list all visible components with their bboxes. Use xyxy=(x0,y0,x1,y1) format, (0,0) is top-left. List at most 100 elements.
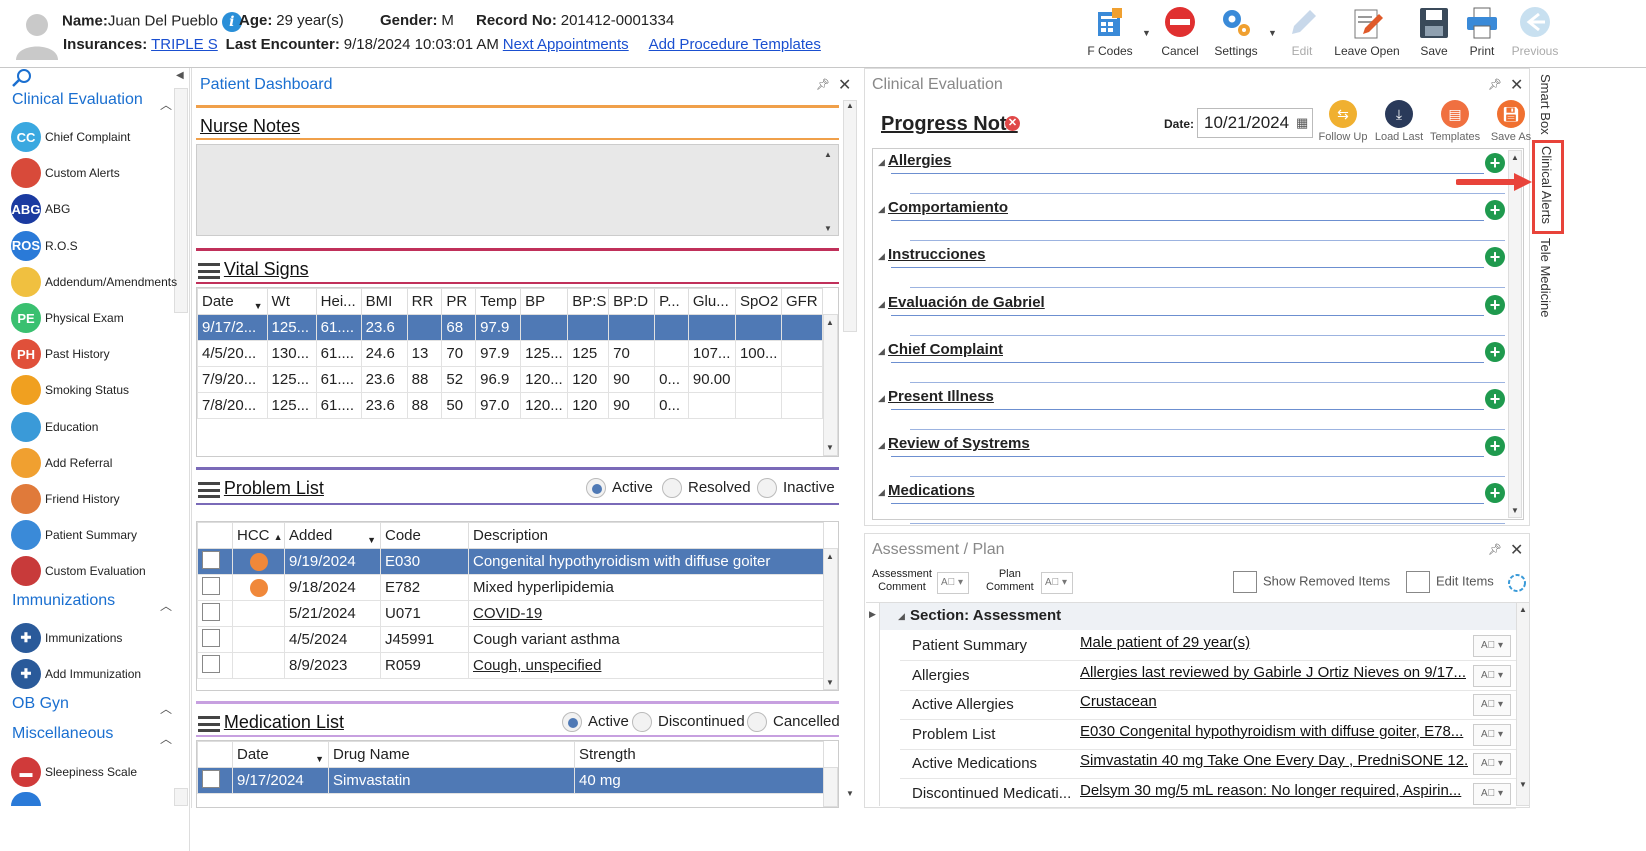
nav-item-education[interactable]: Education xyxy=(11,411,98,443)
section-allergies[interactable]: Allergies xyxy=(888,152,951,169)
row-checkbox-cell[interactable] xyxy=(197,767,233,794)
collapse-triangle-icon[interactable]: ◢ xyxy=(878,440,885,451)
scroll-down-icon[interactable]: ▼ xyxy=(1511,506,1519,515)
checkbox[interactable] xyxy=(1406,571,1430,593)
pin-icon[interactable]: 📌︎ xyxy=(816,78,830,91)
col-date[interactable]: Date ▼ xyxy=(232,741,329,768)
problem-description[interactable]: Cough, unspecified xyxy=(473,657,601,674)
refresh-icon[interactable] xyxy=(1506,572,1528,594)
nav-item-custom-evaluation[interactable]: Custom Evaluation xyxy=(11,555,146,587)
dashboard-scrollbar[interactable] xyxy=(843,100,857,332)
expand-icon[interactable]: ▶ xyxy=(869,609,876,620)
nav-section-immunizations[interactable]: Immunizations xyxy=(12,592,115,610)
collapse-triangle-icon[interactable]: ◢ xyxy=(898,611,905,622)
vitals-col-header[interactable]: P... xyxy=(654,288,689,315)
comment-dropdown[interactable]: A⃞ ▾ xyxy=(1473,635,1511,657)
scroll-down-icon[interactable]: ▼ xyxy=(1519,780,1527,789)
col-code[interactable]: Code xyxy=(380,522,469,549)
clinical-scrollbar[interactable] xyxy=(1508,150,1522,518)
assessment-row-value[interactable]: Delsym 30 mg/5 mL reason: No longer requ… xyxy=(1080,782,1468,799)
vitals-scrollbar[interactable] xyxy=(823,314,838,456)
collapse-triangle-icon[interactable]: ◢ xyxy=(878,299,885,310)
chevron-up-icon[interactable]: ︿ xyxy=(160,730,172,747)
print-button[interactable]: Print xyxy=(1452,6,1512,62)
problem-filter-resolved[interactable]: Resolved xyxy=(662,478,751,498)
row-checkbox-cell[interactable] xyxy=(197,600,233,627)
nav-item-immunizations[interactable]: ✚ Immunizations xyxy=(11,622,122,654)
collapse-triangle-icon[interactable]: ◢ xyxy=(878,346,885,357)
close-icon[interactable]: ✕ xyxy=(838,75,851,95)
collapse-triangle-icon[interactable]: ◢ xyxy=(878,487,885,498)
settings-button[interactable]: Settings xyxy=(1206,6,1266,62)
medication-filter-active[interactable]: Active xyxy=(562,712,629,732)
section-review-of-systrems[interactable]: Review of Systrems xyxy=(888,435,1030,452)
nav-item-smoking-status[interactable]: Smoking Status xyxy=(11,374,129,406)
vitals-col-header[interactable]: Temp xyxy=(475,288,522,315)
close-icon[interactable]: ✕ xyxy=(1510,75,1523,95)
comment-dropdown[interactable]: A⃞ ▾ xyxy=(1473,664,1511,687)
scroll-down-icon[interactable]: ▼ xyxy=(826,443,834,452)
scroll-down-icon[interactable]: ▼ xyxy=(824,224,832,233)
row-checkbox-cell[interactable] xyxy=(197,652,233,679)
col-strength[interactable]: Strength xyxy=(574,741,824,768)
vitals-col-header[interactable]: SpO2 xyxy=(734,288,782,315)
section-instrucciones[interactable]: Instrucciones xyxy=(888,246,986,263)
problem-filter-active[interactable]: Active xyxy=(586,478,653,498)
scroll-down-icon[interactable]: ▼ xyxy=(846,789,854,798)
assessment-row-value[interactable]: Simvastatin 40 mg Take One Every Day , P… xyxy=(1080,752,1468,769)
save-as-button[interactable]: 💾︎ Save As xyxy=(1486,100,1536,143)
vitals-col-header[interactable]: Date ▼ xyxy=(197,288,268,315)
medication-filter-discontinued[interactable]: Discontinued xyxy=(632,712,745,732)
collapse-triangle-icon[interactable]: ◢ xyxy=(878,204,885,215)
nav-item-physical-exam[interactable]: PE Physical Exam xyxy=(11,302,124,334)
section-present-illness[interactable]: Present Illness xyxy=(888,388,994,405)
menu-icon[interactable] xyxy=(198,263,220,280)
scroll-up-icon[interactable]: ▲ xyxy=(1511,153,1519,162)
chevron-up-icon[interactable]: ︿ xyxy=(160,700,172,717)
vitals-col-header[interactable]: Glu... xyxy=(687,288,736,315)
show-removed-toggle[interactable]: Show Removed Items xyxy=(1233,571,1390,593)
date-field[interactable]: 10/21/2024 ▦ xyxy=(1197,108,1313,138)
row-checkbox[interactable] xyxy=(202,628,220,647)
edit-button[interactable]: Edit xyxy=(1272,6,1332,62)
assessment-scrollbar[interactable] xyxy=(1516,602,1530,806)
chevron-up-icon[interactable]: ︿ xyxy=(160,597,172,614)
nav-item-sleepiness-scale[interactable]: ▬ Sleepiness Scale xyxy=(11,756,137,788)
pin-icon[interactable]: 📌︎ xyxy=(1488,543,1502,556)
remove-note-icon[interactable]: ✕ xyxy=(1005,116,1020,131)
row-checkbox[interactable] xyxy=(202,602,220,621)
close-icon[interactable]: ✕ xyxy=(1510,540,1523,560)
table-row[interactable]: 7/9/20... 125... 61.... 23.6 88 52 96.9 120... 1… xyxy=(197,366,824,393)
assessment-row-value[interactable]: E030 Congenital hypothyroidism with diff… xyxy=(1080,723,1468,740)
section-comportamiento[interactable]: Comportamiento xyxy=(888,199,1008,216)
chevron-up-icon[interactable]: ︿ xyxy=(160,96,172,113)
medication-filter-cancelled[interactable]: Cancelled xyxy=(747,712,840,732)
table-row[interactable]: 9/17/2024 Simvastatin 40 mg xyxy=(197,767,824,794)
col-description[interactable]: Description xyxy=(468,522,824,549)
row-checkbox-cell[interactable] xyxy=(197,574,233,601)
plan-comment-dropdown[interactable]: A⃞ ▾ xyxy=(1041,572,1073,594)
add-procedure-templates-link[interactable]: Add Procedure Templates xyxy=(649,36,821,53)
problem-description[interactable]: COVID-19 xyxy=(473,605,542,622)
assessment-row-value[interactable]: Allergies last reviewed by Gabirle J Ort… xyxy=(1080,664,1468,681)
row-checkbox[interactable] xyxy=(202,654,220,673)
comment-dropdown[interactable]: A⃞ ▾ xyxy=(1473,694,1511,716)
add-icon[interactable]: + xyxy=(1485,389,1505,409)
scroll-up-icon[interactable]: ▲ xyxy=(1519,605,1527,614)
vitals-col-header[interactable]: Hei... xyxy=(315,288,362,315)
collapse-triangle-icon[interactable]: ◢ xyxy=(878,393,885,404)
assessment-row-value[interactable]: Male patient of 29 year(s) xyxy=(1080,634,1468,651)
cancel-button[interactable]: Cancel xyxy=(1150,6,1210,62)
search-icon[interactable] xyxy=(12,68,32,88)
fcodes-button[interactable]: F Codes xyxy=(1080,6,1140,62)
calendar-icon[interactable]: ▦ xyxy=(1296,109,1308,137)
comment-dropdown[interactable]: A⃞ ▾ xyxy=(1473,723,1511,746)
table-row[interactable]: 4/5/20... 130... 61.... 24.6 13 70 97.9 125... 1… xyxy=(197,340,824,367)
nav-item-add-referral[interactable]: Add Referral xyxy=(11,447,112,479)
tab-clinical-alerts[interactable]: Clinical Alerts xyxy=(1539,146,1554,224)
vitals-col-header[interactable]: BMI xyxy=(360,288,408,315)
scroll-up-icon[interactable]: ▲ xyxy=(826,318,834,327)
nav-item-past-history[interactable]: PH Past History xyxy=(11,338,110,370)
collapse-triangle-icon[interactable]: ◢ xyxy=(878,251,885,262)
table-row[interactable]: 9/18/2024 E782 Mixed hyperlipidemia xyxy=(197,574,824,601)
